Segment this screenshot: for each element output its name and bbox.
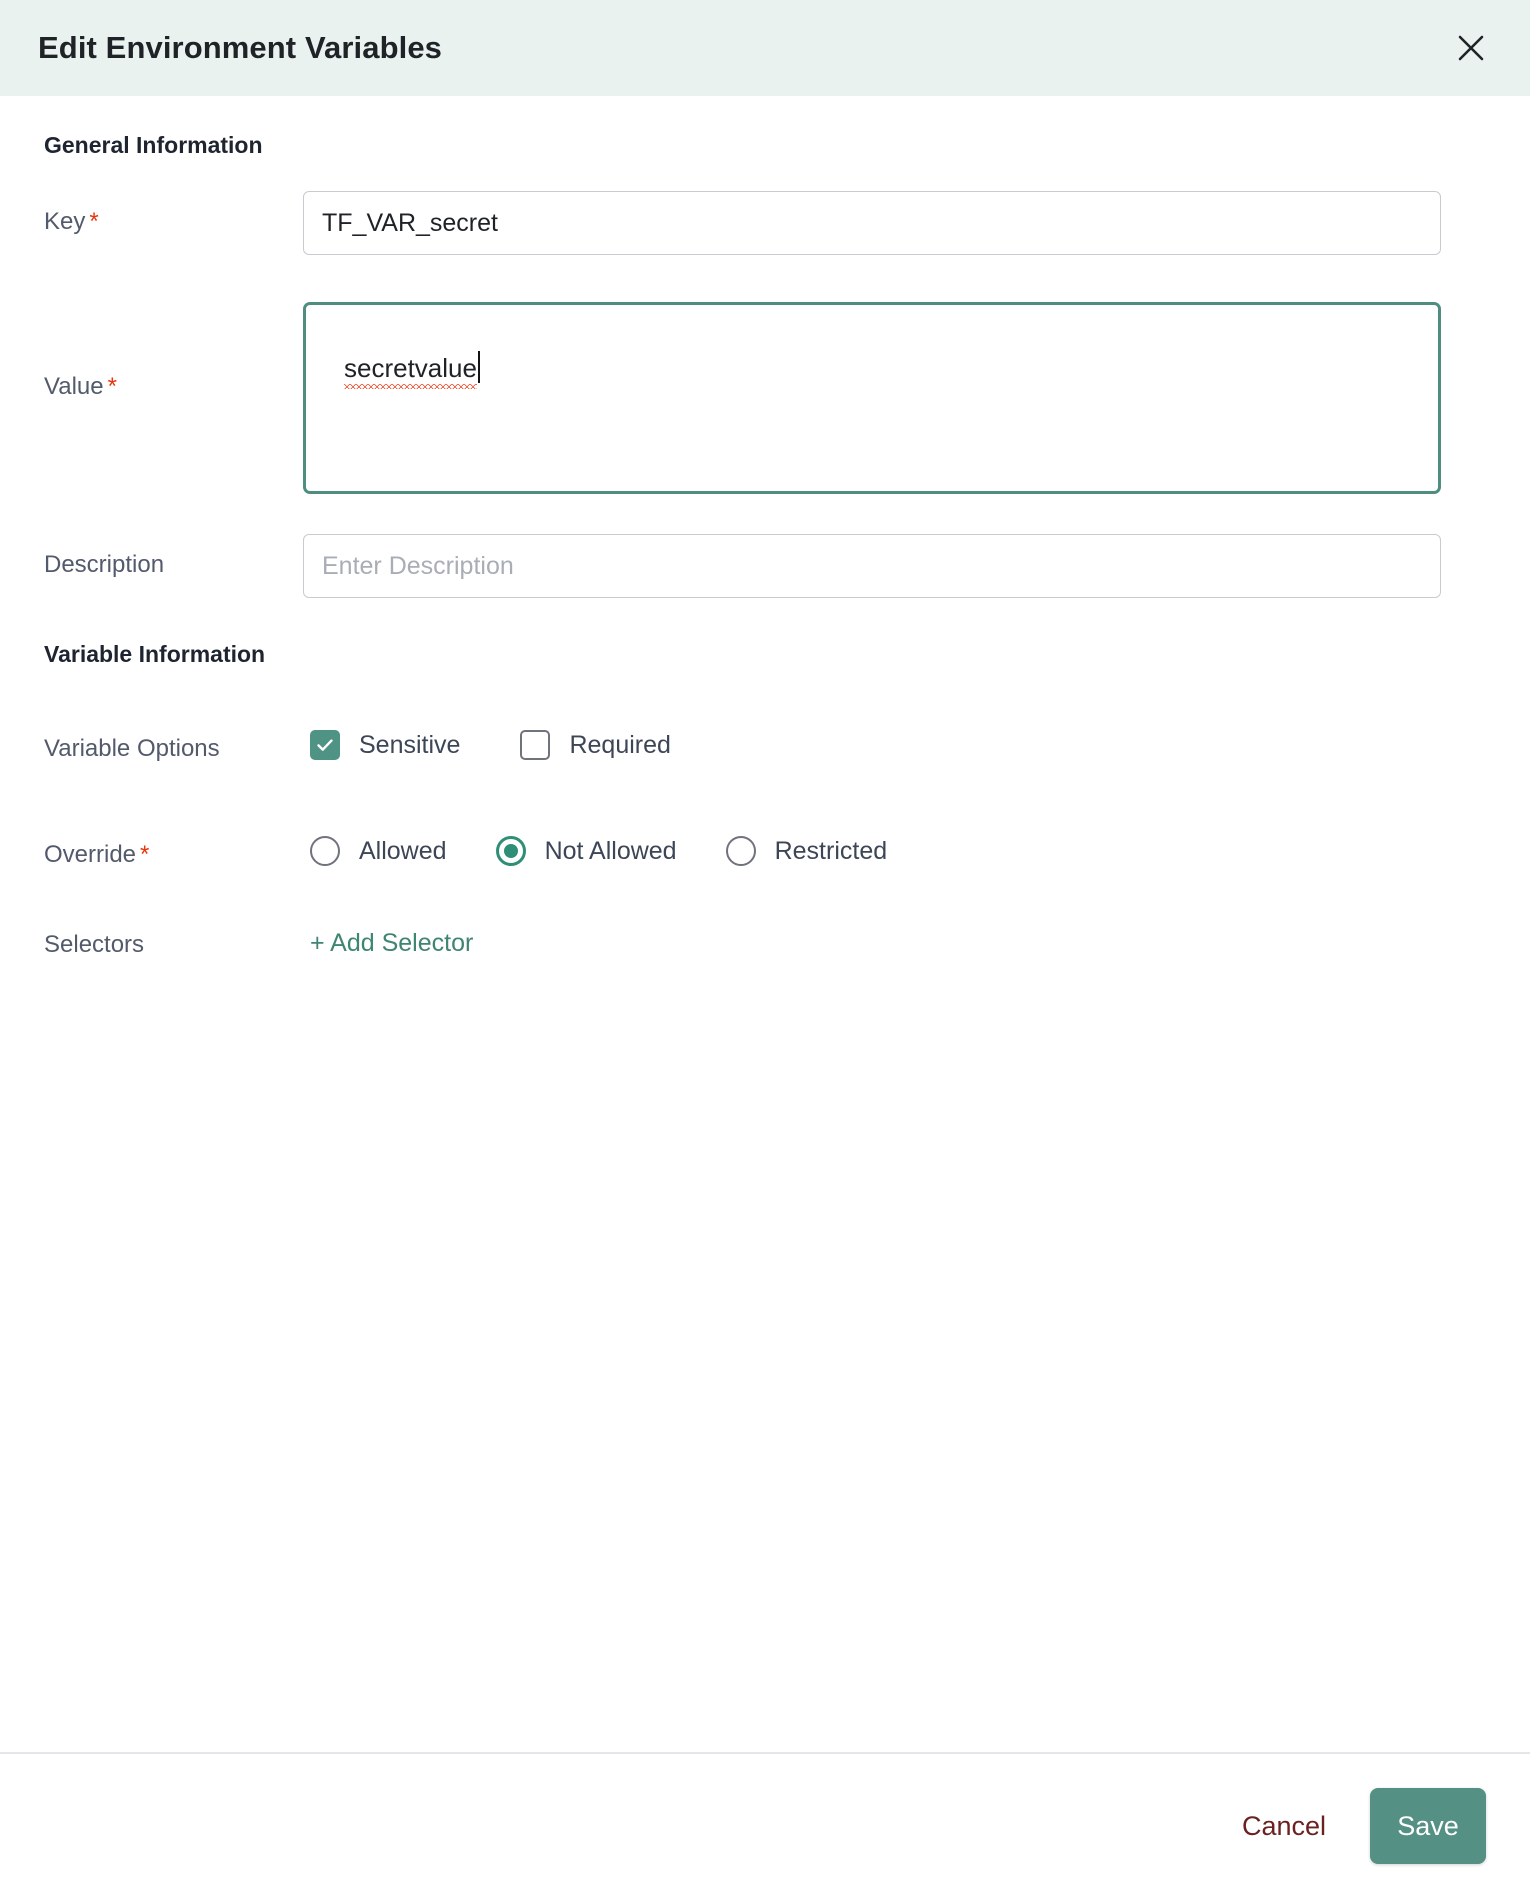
radio-allowed-circle[interactable]: [310, 836, 340, 866]
add-selector-button[interactable]: + Add Selector: [310, 929, 473, 958]
radio-not-allowed-circle[interactable]: [496, 836, 526, 866]
key-label-text: Key: [44, 208, 85, 235]
selectors-field-label: Selectors: [44, 931, 144, 959]
override-required-marker: *: [140, 841, 149, 868]
checkbox-sensitive[interactable]: Sensitive: [310, 730, 460, 760]
close-button[interactable]: [1448, 25, 1494, 71]
radio-allowed[interactable]: Allowed: [310, 836, 447, 866]
override-radio-group: Allowed Not Allowed Restricted: [310, 836, 936, 866]
cancel-button[interactable]: Cancel: [1220, 1797, 1348, 1856]
radio-restricted[interactable]: Restricted: [726, 836, 888, 866]
dialog-header: Edit Environment Variables: [0, 0, 1530, 96]
radio-not-allowed-label: Not Allowed: [545, 837, 677, 866]
checkbox-required-label: Required: [569, 731, 670, 760]
check-icon: [315, 735, 335, 755]
description-input[interactable]: [303, 534, 1441, 598]
selectors-label-text: Selectors: [44, 931, 144, 958]
radio-restricted-circle[interactable]: [726, 836, 756, 866]
edit-environment-variables-dialog: Edit Environment Variables General Infor…: [0, 0, 1530, 1898]
description-field-label: Description: [44, 551, 164, 579]
checkbox-required-box[interactable]: [520, 730, 550, 760]
text-cursor: [478, 351, 480, 383]
override-label-text: Override: [44, 841, 136, 868]
value-textarea[interactable]: secretvalue: [303, 302, 1441, 494]
override-field-label: Override*: [44, 841, 149, 869]
variable-options-label-text: Variable Options: [44, 735, 220, 762]
checkbox-sensitive-box[interactable]: [310, 730, 340, 760]
radio-restricted-label: Restricted: [775, 837, 888, 866]
save-button[interactable]: Save: [1370, 1788, 1486, 1864]
section-title-general: General Information: [44, 132, 263, 159]
checkbox-sensitive-label: Sensitive: [359, 731, 460, 760]
key-field-label: Key*: [44, 208, 99, 236]
close-icon: [1456, 33, 1486, 63]
section-title-variable: Variable Information: [44, 641, 265, 668]
value-label-text: Value: [44, 373, 104, 400]
radio-selected-dot: [504, 844, 518, 858]
dialog-footer: Cancel Save: [0, 1752, 1530, 1898]
radio-not-allowed[interactable]: Not Allowed: [496, 836, 677, 866]
checkbox-required[interactable]: Required: [520, 730, 670, 760]
radio-allowed-label: Allowed: [359, 837, 447, 866]
key-required-marker: *: [89, 208, 98, 235]
variable-options-label: Variable Options: [44, 735, 220, 763]
value-field-label: Value*: [44, 373, 117, 401]
value-text: secretvalue: [344, 353, 477, 384]
description-label-text: Description: [44, 551, 164, 578]
key-input[interactable]: [303, 191, 1441, 255]
dialog-title: Edit Environment Variables: [38, 30, 442, 66]
dialog-body: General Information Key* Value* secretva…: [0, 96, 1530, 1752]
value-required-marker: *: [108, 373, 117, 400]
variable-options-group: Sensitive Required: [310, 730, 731, 760]
